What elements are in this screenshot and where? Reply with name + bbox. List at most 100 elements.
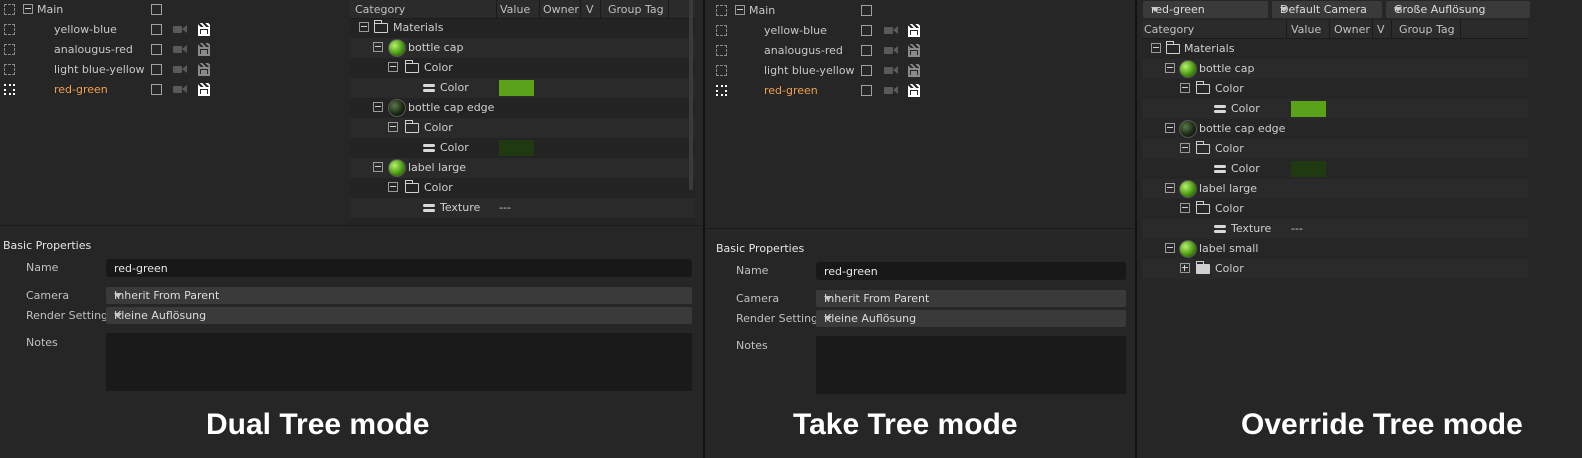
take-row[interactable]: analougus-red xyxy=(706,41,1134,61)
tree-row[interactable]: bottle cap edge xyxy=(350,98,695,118)
tree-row[interactable]: Color xyxy=(1142,159,1528,179)
notes-field[interactable] xyxy=(816,336,1126,394)
collapse-icon[interactable] xyxy=(1165,123,1175,133)
render-settings-icon[interactable] xyxy=(908,84,920,97)
texture-value[interactable]: --- xyxy=(499,201,511,214)
tree-row[interactable]: Color xyxy=(350,58,695,78)
take-checkbox[interactable] xyxy=(861,25,872,36)
take-row[interactable]: light blue-yellow xyxy=(706,61,1134,81)
camera-dropdown[interactable]: Inherit From Parent xyxy=(816,290,1126,307)
collapse-icon[interactable] xyxy=(1180,143,1190,153)
render-settings-icon[interactable] xyxy=(198,43,210,56)
tree-row[interactable]: Materials xyxy=(1142,39,1528,59)
collapse-icon[interactable] xyxy=(388,122,398,132)
notes-field[interactable] xyxy=(106,333,692,391)
column-v[interactable]: V xyxy=(1377,23,1385,36)
camera-icon[interactable] xyxy=(884,86,898,95)
column-value[interactable]: Value xyxy=(500,3,530,16)
column-owner[interactable]: Owner xyxy=(543,3,579,16)
collapse-icon[interactable] xyxy=(373,42,383,52)
take-checkbox[interactable] xyxy=(861,85,872,96)
column-v[interactable]: V xyxy=(586,3,594,16)
collapse-icon[interactable] xyxy=(23,4,33,14)
name-field[interactable]: red-green xyxy=(106,259,692,277)
take-row[interactable]: yellow-blue xyxy=(706,21,1134,41)
take-row[interactable]: yellow-blue xyxy=(0,20,346,40)
column-group-tag[interactable]: Group Tag xyxy=(608,3,664,16)
tree-row[interactable]: bottle cap edge xyxy=(1142,119,1528,139)
take-checkbox[interactable] xyxy=(151,44,162,55)
render-settings-icon[interactable] xyxy=(198,63,210,76)
take-row-active[interactable]: red-green xyxy=(0,80,346,100)
tree-row[interactable]: bottle cap xyxy=(350,38,695,58)
tree-row[interactable]: label large xyxy=(1142,179,1528,199)
collapse-icon[interactable] xyxy=(359,22,369,32)
take-row[interactable]: analougus-red xyxy=(0,40,346,60)
take-row-main[interactable]: Main xyxy=(0,0,346,20)
take-checkbox[interactable] xyxy=(861,45,872,56)
render-settings-dropdown[interactable]: Kleine Auflösung xyxy=(106,307,692,324)
collapse-icon[interactable] xyxy=(1180,83,1190,93)
take-row[interactable]: light blue-yellow xyxy=(0,60,346,80)
collapse-icon[interactable] xyxy=(373,102,383,112)
tree-row[interactable]: Color xyxy=(1142,199,1528,219)
tree-row[interactable]: Color xyxy=(1142,259,1528,279)
take-checkbox[interactable] xyxy=(151,4,162,15)
camera-icon[interactable] xyxy=(173,85,187,94)
tree-row[interactable]: label small xyxy=(1142,239,1528,259)
camera-icon[interactable] xyxy=(173,45,187,54)
collapse-icon[interactable] xyxy=(1151,43,1161,53)
render-settings-icon[interactable] xyxy=(198,83,210,96)
tree-row[interactable]: Color xyxy=(1142,139,1528,159)
take-row-active[interactable]: red-green xyxy=(706,81,1134,101)
camera-icon[interactable] xyxy=(173,25,187,34)
render-settings-icon[interactable] xyxy=(908,64,920,77)
collapse-icon[interactable] xyxy=(373,162,383,172)
tree-row[interactable]: Color xyxy=(350,138,695,158)
collapse-icon[interactable] xyxy=(388,182,398,192)
collapse-icon[interactable] xyxy=(1165,243,1175,253)
tree-row[interactable]: Color xyxy=(1142,99,1528,119)
render-settings-dropdown[interactable]: Kleine Auflösung xyxy=(816,310,1126,327)
expand-icon[interactable] xyxy=(1180,263,1190,273)
texture-value[interactable]: --- xyxy=(1291,222,1303,235)
tree-row[interactable]: Texture --- xyxy=(1142,219,1528,239)
take-checkbox[interactable] xyxy=(151,84,162,95)
collapse-icon[interactable] xyxy=(388,62,398,72)
column-category[interactable]: Category xyxy=(1144,23,1194,36)
color-swatch[interactable] xyxy=(1291,101,1326,117)
tree-row[interactable]: Color xyxy=(350,78,695,98)
render-settings-icon[interactable] xyxy=(908,44,920,57)
take-dropdown[interactable]: red-green xyxy=(1143,1,1268,18)
tree-row[interactable]: Color xyxy=(1142,79,1528,99)
collapse-icon[interactable] xyxy=(1165,183,1175,193)
column-category[interactable]: Category xyxy=(355,3,405,16)
collapse-icon[interactable] xyxy=(1165,63,1175,73)
camera-icon[interactable] xyxy=(173,65,187,74)
color-swatch[interactable] xyxy=(499,80,534,96)
column-owner[interactable]: Owner xyxy=(1334,23,1370,36)
tree-row[interactable]: Materials xyxy=(350,18,695,38)
camera-icon[interactable] xyxy=(884,26,898,35)
render-settings-icon[interactable] xyxy=(198,23,210,36)
collapse-icon[interactable] xyxy=(1180,203,1190,213)
camera-icon[interactable] xyxy=(884,46,898,55)
scrollbar[interactable] xyxy=(689,0,693,190)
column-value[interactable]: Value xyxy=(1291,23,1321,36)
color-swatch[interactable] xyxy=(499,140,534,156)
tree-row[interactable]: Color xyxy=(350,118,695,138)
render-settings-icon[interactable] xyxy=(908,24,920,37)
take-row-main[interactable]: Main xyxy=(706,1,1134,21)
color-swatch[interactable] xyxy=(1291,161,1326,177)
tree-row[interactable]: label large xyxy=(350,158,695,178)
take-checkbox[interactable] xyxy=(861,5,872,16)
take-checkbox[interactable] xyxy=(151,64,162,75)
name-field[interactable]: red-green xyxy=(816,262,1126,280)
camera-icon[interactable] xyxy=(884,66,898,75)
collapse-icon[interactable] xyxy=(735,5,745,15)
camera-dropdown[interactable]: Default Camera xyxy=(1272,1,1382,18)
take-checkbox[interactable] xyxy=(151,24,162,35)
column-group-tag[interactable]: Group Tag xyxy=(1399,23,1455,36)
camera-dropdown[interactable]: Inherit From Parent xyxy=(106,287,692,304)
tree-row[interactable]: Texture --- xyxy=(350,198,695,218)
